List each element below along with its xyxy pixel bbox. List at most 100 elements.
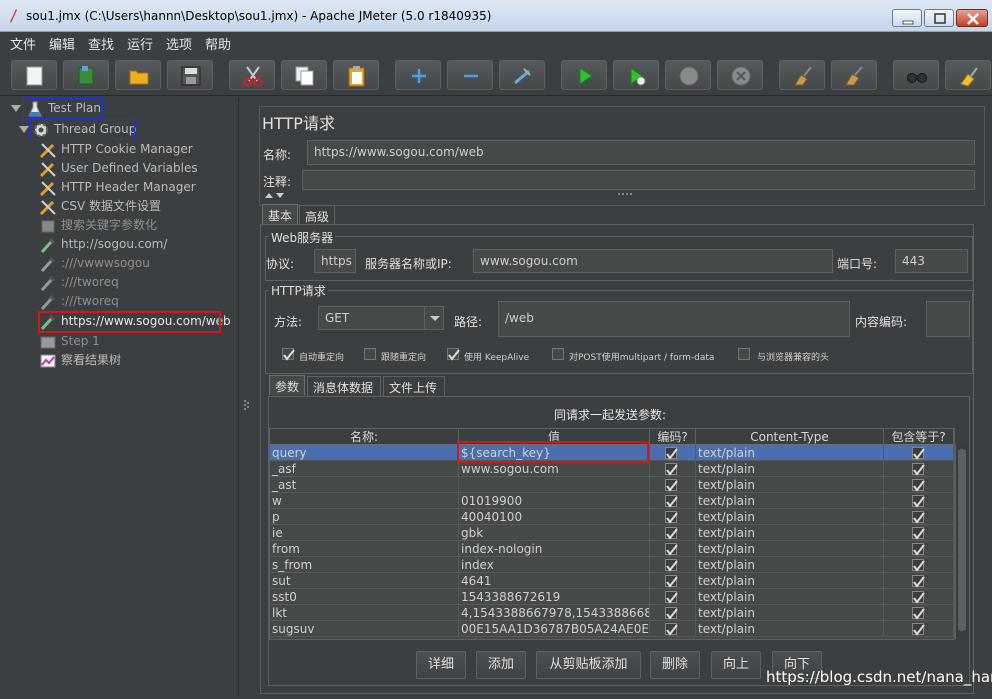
param-value-cell[interactable]: 40040100 bbox=[459, 509, 650, 525]
comment-field[interactable] bbox=[302, 170, 975, 190]
multipart-checkbox[interactable] bbox=[552, 348, 564, 360]
toggle-button[interactable] bbox=[499, 60, 545, 90]
param-name-cell[interactable]: w bbox=[270, 493, 459, 509]
param-value-cell[interactable]: index bbox=[459, 557, 650, 573]
include-equals-checkbox[interactable] bbox=[912, 511, 925, 524]
column-header-include-equals[interactable]: 包含等于? bbox=[884, 429, 954, 445]
content-type-cell[interactable]: text/plain bbox=[696, 493, 884, 509]
keepalive-checkbox[interactable] bbox=[447, 348, 460, 361]
content-type-cell[interactable]: text/plain bbox=[696, 445, 884, 461]
param-value-cell[interactable]: 4641 bbox=[459, 573, 650, 589]
delete-button[interactable]: 删除 bbox=[650, 651, 700, 679]
content-type-cell[interactable]: text/plain bbox=[696, 525, 884, 541]
minimize-button[interactable] bbox=[892, 9, 922, 27]
table-row[interactable]: w 01019900 text/plain bbox=[270, 493, 954, 509]
clear-button[interactable] bbox=[779, 60, 825, 90]
menu-help[interactable]: 帮助 bbox=[205, 34, 231, 53]
copy-button[interactable] bbox=[281, 60, 327, 90]
include-equals-checkbox[interactable] bbox=[912, 575, 925, 588]
param-value-cell[interactable]: 00E15AA1D36787B05A24AE0E... bbox=[459, 621, 650, 637]
name-field[interactable]: https://www.sogou.com/web bbox=[307, 140, 975, 165]
move-up-button[interactable]: 向上 bbox=[711, 651, 761, 679]
encode-checkbox[interactable] bbox=[665, 463, 678, 476]
include-equals-checkbox[interactable] bbox=[912, 479, 925, 492]
stop-button[interactable] bbox=[665, 60, 711, 90]
tab-advanced[interactable]: 高级 bbox=[299, 205, 335, 225]
reset-search-button[interactable] bbox=[945, 60, 991, 90]
param-name-cell[interactable]: _ast bbox=[270, 477, 459, 493]
scrollbar-thumb[interactable] bbox=[958, 449, 966, 631]
templates-button[interactable] bbox=[63, 60, 109, 90]
encoding-field[interactable] bbox=[926, 301, 970, 337]
table-row[interactable]: sugsuv 00E15AA1D36787B05A24AE0E... text/pl… bbox=[270, 621, 954, 637]
menu-run[interactable]: 运行 bbox=[127, 34, 153, 53]
detail-button[interactable]: 详细 bbox=[416, 651, 466, 679]
table-vertical-scrollbar[interactable] bbox=[955, 445, 968, 639]
param-value-cell[interactable]: 4,1543388667978,1543388668... bbox=[459, 605, 650, 621]
param-name-cell[interactable]: sugsuv bbox=[270, 621, 459, 637]
param-value-cell[interactable]: 1543388672619 bbox=[459, 589, 650, 605]
browser-headers-checkbox[interactable] bbox=[738, 348, 750, 360]
table-row[interactable]: _asf www.sogou.com text/plain bbox=[270, 461, 954, 477]
param-value-cell[interactable]: 01019900 bbox=[459, 493, 650, 509]
content-type-cell[interactable]: text/plain bbox=[696, 557, 884, 573]
include-equals-checkbox[interactable] bbox=[912, 607, 925, 620]
param-name-cell[interactable]: _asf bbox=[270, 461, 459, 477]
cut-button[interactable] bbox=[229, 60, 275, 90]
param-name-cell[interactable]: sst0 bbox=[270, 589, 459, 605]
param-name-cell[interactable]: query bbox=[270, 445, 459, 461]
encode-checkbox[interactable] bbox=[665, 559, 678, 572]
content-type-cell[interactable]: text/plain bbox=[696, 621, 884, 637]
table-row[interactable]: s_from index text/plain bbox=[270, 557, 954, 573]
add-button[interactable]: 添加 bbox=[476, 651, 526, 679]
include-equals-checkbox[interactable] bbox=[912, 447, 925, 460]
method-dropdown-button[interactable] bbox=[424, 306, 444, 330]
menu-file[interactable]: 文件 bbox=[10, 34, 36, 53]
search-button[interactable] bbox=[893, 60, 939, 90]
table-row[interactable]: p 40040100 text/plain bbox=[270, 509, 954, 525]
param-value-cell[interactable]: www.sogou.com bbox=[459, 461, 650, 477]
content-type-cell[interactable]: text/plain bbox=[696, 477, 884, 493]
close-button[interactable] bbox=[956, 9, 988, 27]
path-field[interactable]: /web bbox=[498, 301, 850, 337]
maximize-button[interactable] bbox=[924, 9, 954, 27]
expand-arrow-icon[interactable] bbox=[11, 105, 21, 112]
tab-files-upload[interactable]: 文件上传 bbox=[383, 376, 445, 396]
encode-checkbox[interactable] bbox=[665, 575, 678, 588]
encode-checkbox[interactable] bbox=[665, 495, 678, 508]
include-equals-checkbox[interactable] bbox=[912, 623, 925, 636]
open-button[interactable] bbox=[115, 60, 161, 90]
include-equals-checkbox[interactable] bbox=[912, 543, 925, 556]
start-no-pauses-button[interactable] bbox=[613, 60, 659, 90]
param-name-cell[interactable]: lkt bbox=[270, 605, 459, 621]
shutdown-button[interactable] bbox=[717, 60, 763, 90]
start-button[interactable] bbox=[561, 60, 607, 90]
table-row[interactable]: sst0 1543388672619 text/plain bbox=[270, 589, 954, 605]
include-equals-checkbox[interactable] bbox=[912, 591, 925, 604]
param-value-cell[interactable]: index-nologin bbox=[459, 541, 650, 557]
expand-button[interactable] bbox=[395, 60, 441, 90]
protocol-field[interactable]: https bbox=[314, 249, 356, 273]
encode-checkbox[interactable] bbox=[665, 527, 678, 540]
content-type-cell[interactable]: text/plain bbox=[696, 541, 884, 557]
param-name-cell[interactable]: ie bbox=[270, 525, 459, 541]
menu-options[interactable]: 选项 bbox=[166, 34, 192, 53]
include-equals-checkbox[interactable] bbox=[912, 559, 925, 572]
collapse-button[interactable] bbox=[447, 60, 493, 90]
tab-basic[interactable]: 基本 bbox=[262, 204, 298, 224]
encode-checkbox[interactable] bbox=[665, 591, 678, 604]
encode-checkbox[interactable] bbox=[665, 511, 678, 524]
param-value-cell[interactable] bbox=[459, 477, 650, 493]
table-row[interactable]: lkt 4,1543388667978,1543388668... text/pla… bbox=[270, 605, 954, 621]
content-type-cell[interactable]: text/plain bbox=[696, 589, 884, 605]
expand-arrow-icon[interactable] bbox=[19, 126, 29, 133]
tab-body-data[interactable]: 消息体数据 bbox=[307, 376, 381, 396]
paste-button[interactable] bbox=[333, 60, 379, 90]
param-name-cell[interactable]: sut bbox=[270, 573, 459, 589]
drag-handle-icon[interactable] bbox=[618, 192, 634, 198]
encode-checkbox[interactable] bbox=[665, 607, 678, 620]
param-name-cell[interactable]: p bbox=[270, 509, 459, 525]
follow-redirects-checkbox[interactable] bbox=[364, 348, 376, 360]
include-equals-checkbox[interactable] bbox=[912, 495, 925, 508]
encode-checkbox[interactable] bbox=[665, 447, 678, 460]
